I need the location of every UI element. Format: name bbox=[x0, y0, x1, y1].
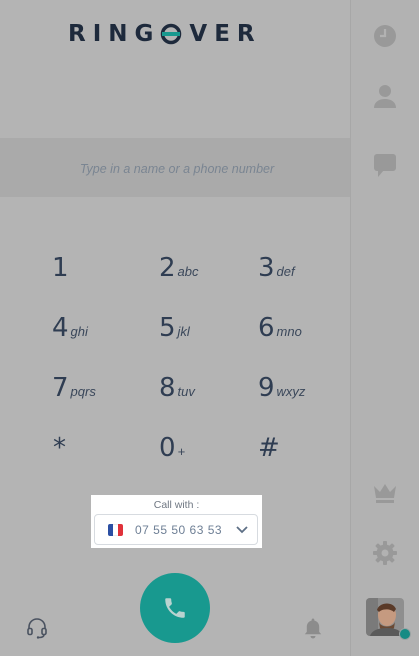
key-star[interactable]: * bbox=[53, 433, 68, 463]
key-5[interactable]: 5 jkl bbox=[159, 313, 190, 343]
caller-number-select[interactable]: 07 55 50 63 53 bbox=[94, 514, 258, 545]
key-hash[interactable]: # bbox=[258, 433, 282, 463]
ringover-logo: RING VER bbox=[68, 18, 282, 50]
key-3[interactable]: 3 def bbox=[258, 253, 295, 283]
avatar[interactable] bbox=[366, 598, 404, 636]
key-9[interactable]: 9 wxyz bbox=[258, 373, 305, 403]
gear-icon[interactable] bbox=[372, 540, 398, 566]
call-with-label: Call with : bbox=[153, 499, 200, 511]
key-2[interactable]: 2 abc bbox=[159, 253, 199, 283]
chat-icon[interactable] bbox=[372, 152, 398, 178]
caller-number: 07 55 50 63 53 bbox=[135, 522, 223, 537]
dialer-panel: RING VER 1 2 abc 3 def 4 ghi 5 jkl 6 mno… bbox=[0, 0, 354, 656]
contact-icon[interactable] bbox=[372, 83, 398, 109]
logo-text-left: RING bbox=[68, 21, 161, 47]
search-input[interactable] bbox=[0, 138, 354, 199]
call-with-panel: Call with : 07 55 50 63 53 bbox=[91, 495, 262, 548]
search-bar bbox=[0, 138, 354, 199]
phone-icon bbox=[165, 598, 185, 618]
france-flag-icon bbox=[108, 523, 123, 536]
clock-icon[interactable] bbox=[372, 23, 398, 49]
call-button[interactable] bbox=[140, 573, 210, 643]
headset-icon[interactable] bbox=[25, 616, 49, 640]
crown-icon[interactable] bbox=[372, 479, 398, 505]
key-8[interactable]: 8 tuv bbox=[159, 373, 195, 403]
key-4[interactable]: 4 ghi bbox=[52, 313, 88, 343]
logo-text-right: VER bbox=[189, 21, 262, 47]
sidebar bbox=[350, 0, 419, 656]
key-0[interactable]: 0 + bbox=[159, 433, 185, 463]
chevron-down-icon bbox=[236, 526, 248, 534]
online-status-dot bbox=[399, 628, 411, 640]
user-avatar-image bbox=[366, 598, 404, 636]
key-6[interactable]: 6 mno bbox=[258, 313, 302, 343]
bell-icon[interactable] bbox=[301, 616, 325, 640]
key-7[interactable]: 7 pqrs bbox=[52, 373, 96, 403]
key-1[interactable]: 1 bbox=[52, 253, 71, 283]
logo-o-icon bbox=[161, 23, 182, 45]
